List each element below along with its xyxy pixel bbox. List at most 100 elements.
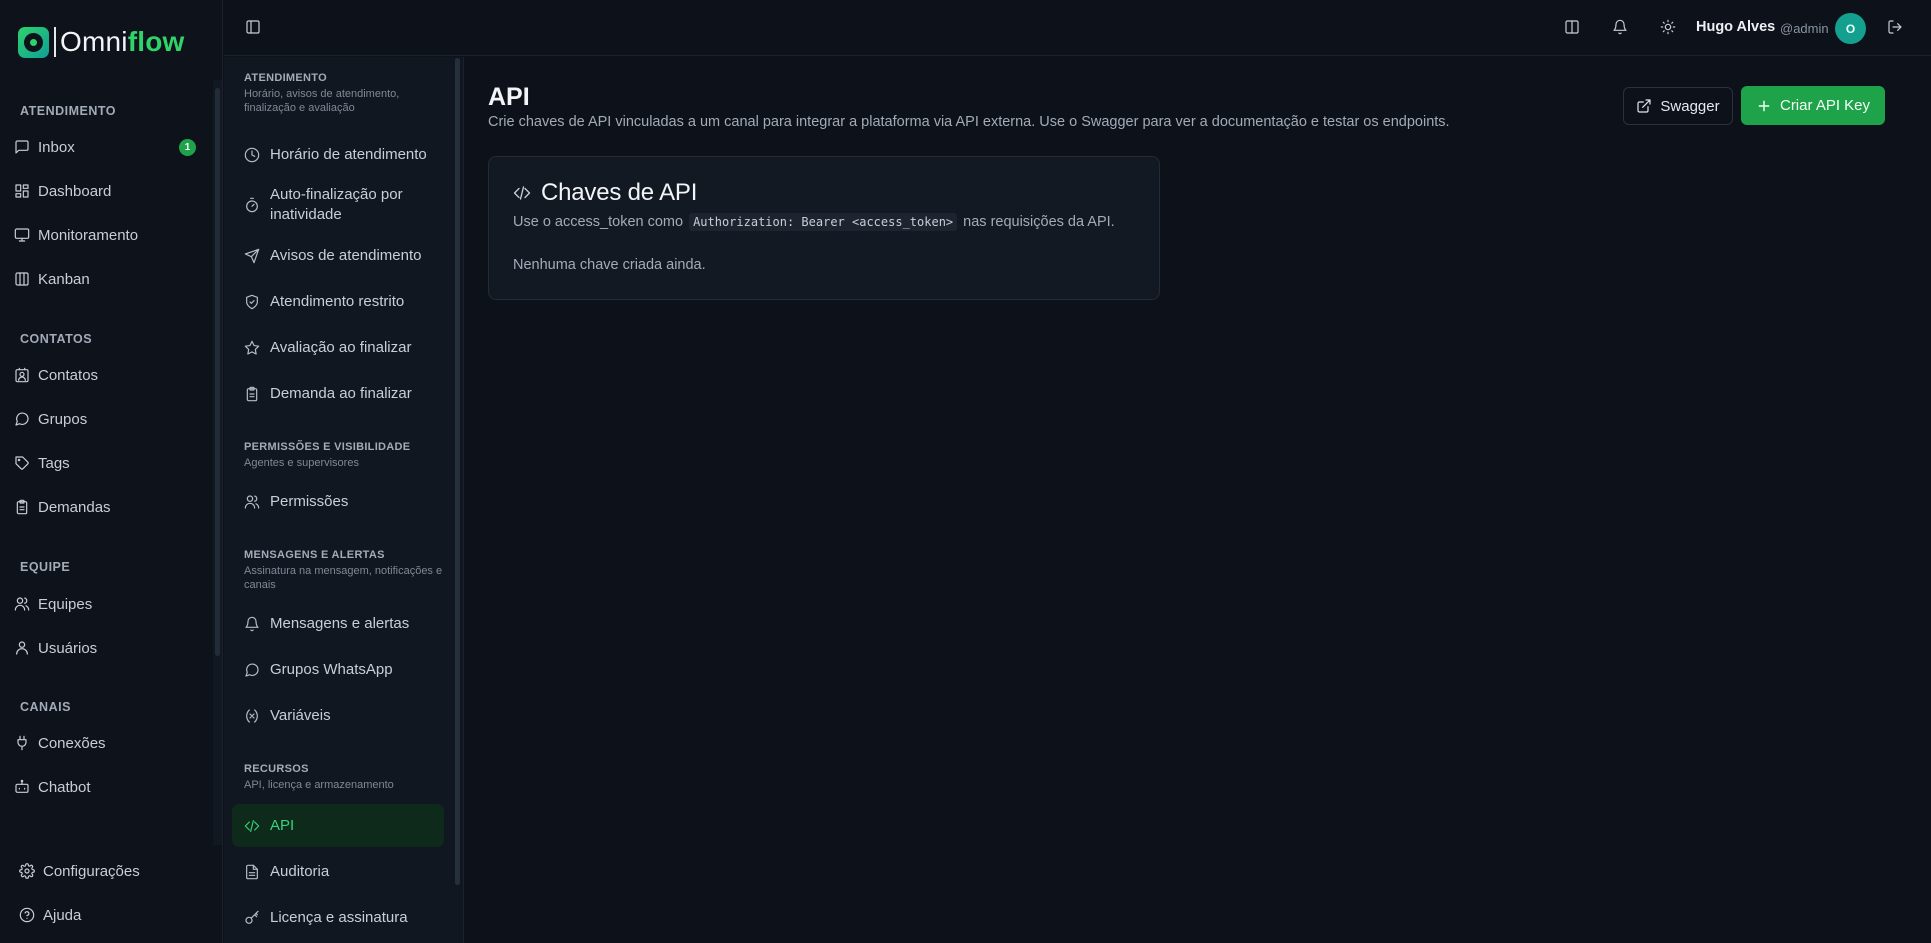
kanban-icon bbox=[15, 272, 29, 286]
users-icon bbox=[14, 597, 30, 611]
swagger-button-label: Swagger bbox=[1660, 97, 1720, 115]
submenu-group-mensagens: MENSAGENS E ALERTAS Assinatura na mensag… bbox=[244, 549, 449, 592]
panel-left-icon bbox=[246, 20, 260, 34]
submenu-group-title: PERMISSÕES E VISIBILIDADE bbox=[244, 441, 411, 453]
submenu-item-auto-finalizacao[interactable]: Auto-finalização por inatividade bbox=[232, 183, 444, 227]
timer-icon bbox=[246, 197, 258, 213]
message-square-icon bbox=[15, 140, 29, 154]
nav-item-usuarios[interactable]: Usuários bbox=[14, 632, 200, 664]
file-text-icon bbox=[246, 864, 258, 880]
nav-item-chatbot[interactable]: Chatbot bbox=[14, 771, 200, 803]
submenu-group-title: RECURSOS bbox=[244, 763, 309, 775]
theme-toggle-button[interactable] bbox=[1660, 19, 1676, 35]
code-icon bbox=[513, 186, 531, 200]
nav-item-label: Ajuda bbox=[43, 906, 82, 924]
card-desc-before: Use o access_token como bbox=[513, 214, 684, 230]
nav-item-contatos[interactable]: Contatos bbox=[14, 359, 200, 391]
nav-item-monitoramento[interactable]: Monitoramento bbox=[14, 219, 200, 251]
nav-item-label: Contatos bbox=[38, 366, 99, 384]
submenu-item-licenca[interactable]: Licença e assinatura bbox=[232, 901, 444, 935]
nav-item-equipes[interactable]: Equipes bbox=[14, 588, 200, 620]
create-api-key-label: Criar API Key bbox=[1779, 97, 1871, 114]
contact-icon bbox=[15, 367, 29, 383]
brand-name-part1: Omni bbox=[60, 26, 128, 57]
card-desc-after: nas requisições da API. bbox=[963, 214, 1115, 230]
users-icon bbox=[244, 495, 260, 509]
monitor-icon bbox=[14, 228, 30, 242]
nav-item-label: Usuários bbox=[38, 639, 98, 657]
avatar[interactable]: O bbox=[1835, 13, 1866, 44]
plus-icon bbox=[1758, 100, 1770, 111]
nav-item-inbox[interactable]: Inbox 1 bbox=[14, 131, 200, 163]
submenu-item-demanda[interactable]: Demanda ao finalizar bbox=[232, 377, 444, 411]
top-bar: Hugo Alves @admin O bbox=[224, 0, 1931, 56]
submenu-item-api[interactable]: API bbox=[232, 804, 444, 847]
nav-item-kanban[interactable]: Kanban bbox=[14, 263, 200, 295]
submenu-item-permissoes[interactable]: Permissões bbox=[232, 485, 444, 519]
submenu-group-desc: Horário, avisos de atendimento, finaliza… bbox=[244, 88, 400, 114]
bot-icon bbox=[15, 779, 29, 793]
logout-button[interactable] bbox=[1887, 19, 1903, 35]
logo-mark-icon bbox=[18, 26, 49, 58]
layout-columns-button[interactable] bbox=[1564, 19, 1580, 35]
nav-section-contatos: CONTATOS bbox=[20, 332, 93, 346]
submenu-group-permissoes: PERMISSÕES E VISIBILIDADE Agentes e supe… bbox=[244, 441, 449, 470]
omniflow-logo[interactable]: Omniflow bbox=[18, 26, 185, 58]
submenu-item-avisos[interactable]: Avisos de atendimento bbox=[232, 239, 444, 273]
key-icon bbox=[245, 910, 259, 924]
star-icon bbox=[244, 340, 260, 355]
submenu-item-horario[interactable]: Horário de atendimento bbox=[232, 138, 444, 172]
shield-check-icon bbox=[246, 294, 258, 310]
variable-icon bbox=[246, 709, 258, 723]
page-title: API bbox=[488, 83, 530, 111]
submenu-item-label: Avisos de atendimento bbox=[270, 247, 422, 264]
submenu-item-label: Grupos WhatsApp bbox=[270, 661, 393, 678]
clipboard-icon bbox=[16, 499, 28, 515]
submenu-item-mensagens-alertas[interactable]: Mensagens e alertas bbox=[232, 607, 444, 641]
submenu-item-atendimento-restrito[interactable]: Atendimento restrito bbox=[232, 285, 444, 319]
swagger-button[interactable]: Swagger bbox=[1623, 87, 1733, 125]
submenu-item-avaliacao[interactable]: Avaliação ao finalizar bbox=[232, 331, 444, 365]
nav-item-label: Equipes bbox=[38, 595, 93, 613]
nav-item-label: Tags bbox=[38, 454, 70, 472]
auth-header-code: Authorization: Bearer <access_token> bbox=[689, 213, 958, 231]
create-api-key-button[interactable]: Criar API Key bbox=[1741, 86, 1885, 125]
nav-item-tags[interactable]: Tags bbox=[14, 447, 200, 479]
submenu-item-grupos-whatsapp[interactable]: Grupos WhatsApp bbox=[232, 653, 444, 687]
submenu-item-variaveis[interactable]: Variáveis bbox=[232, 699, 444, 733]
sidebar-scrollbar[interactable] bbox=[215, 88, 220, 656]
empty-state-text: Nenhuma chave criada ainda. bbox=[513, 257, 706, 273]
notifications-button[interactable] bbox=[1612, 19, 1628, 35]
submenu-item-label: Demanda ao finalizar bbox=[270, 385, 412, 402]
submenu-group-recursos: RECURSOS API, licença e armazenamento bbox=[244, 763, 449, 792]
toggle-sidebar-button[interactable] bbox=[245, 19, 261, 35]
nav-item-demandas[interactable]: Demandas bbox=[14, 491, 200, 523]
nav-section-equipe: EQUIPE bbox=[20, 560, 71, 574]
submenu-group-title: ATENDIMENTO bbox=[244, 72, 327, 84]
nav-item-label: Conexões bbox=[38, 734, 106, 752]
submenu-scrollbar[interactable] bbox=[455, 58, 460, 885]
layout-dashboard-icon bbox=[15, 184, 29, 198]
send-icon bbox=[244, 248, 260, 264]
nav-item-label: Configurações bbox=[43, 862, 140, 880]
brand-name-part2: flow bbox=[127, 26, 185, 57]
submenu-item-auditoria[interactable]: Auditoria bbox=[232, 855, 444, 889]
columns-icon bbox=[1565, 20, 1579, 34]
nav-item-label: Inbox bbox=[38, 138, 75, 156]
nav-section-canais: CANAIS bbox=[20, 700, 71, 714]
nav-item-conexoes[interactable]: Conexões bbox=[14, 727, 200, 759]
submenu-item-label: Variáveis bbox=[270, 707, 331, 724]
bell-icon bbox=[1613, 19, 1627, 35]
submenu-item-label: API bbox=[270, 816, 295, 834]
nav-item-ajuda[interactable]: Ajuda bbox=[19, 899, 205, 931]
message-circle-icon bbox=[15, 412, 29, 426]
clipboard-list-icon bbox=[246, 386, 258, 402]
nav-item-dashboard[interactable]: Dashboard bbox=[14, 175, 200, 207]
nav-item-configuracoes[interactable]: Configurações bbox=[19, 855, 205, 887]
log-out-icon bbox=[1888, 20, 1902, 34]
submenu-group-title: MENSAGENS E ALERTAS bbox=[244, 549, 385, 561]
nav-item-label: Kanban bbox=[38, 270, 90, 288]
user-handle: @admin bbox=[1780, 21, 1829, 36]
inbox-count-badge: 1 bbox=[179, 139, 196, 156]
nav-item-grupos[interactable]: Grupos bbox=[14, 403, 200, 435]
